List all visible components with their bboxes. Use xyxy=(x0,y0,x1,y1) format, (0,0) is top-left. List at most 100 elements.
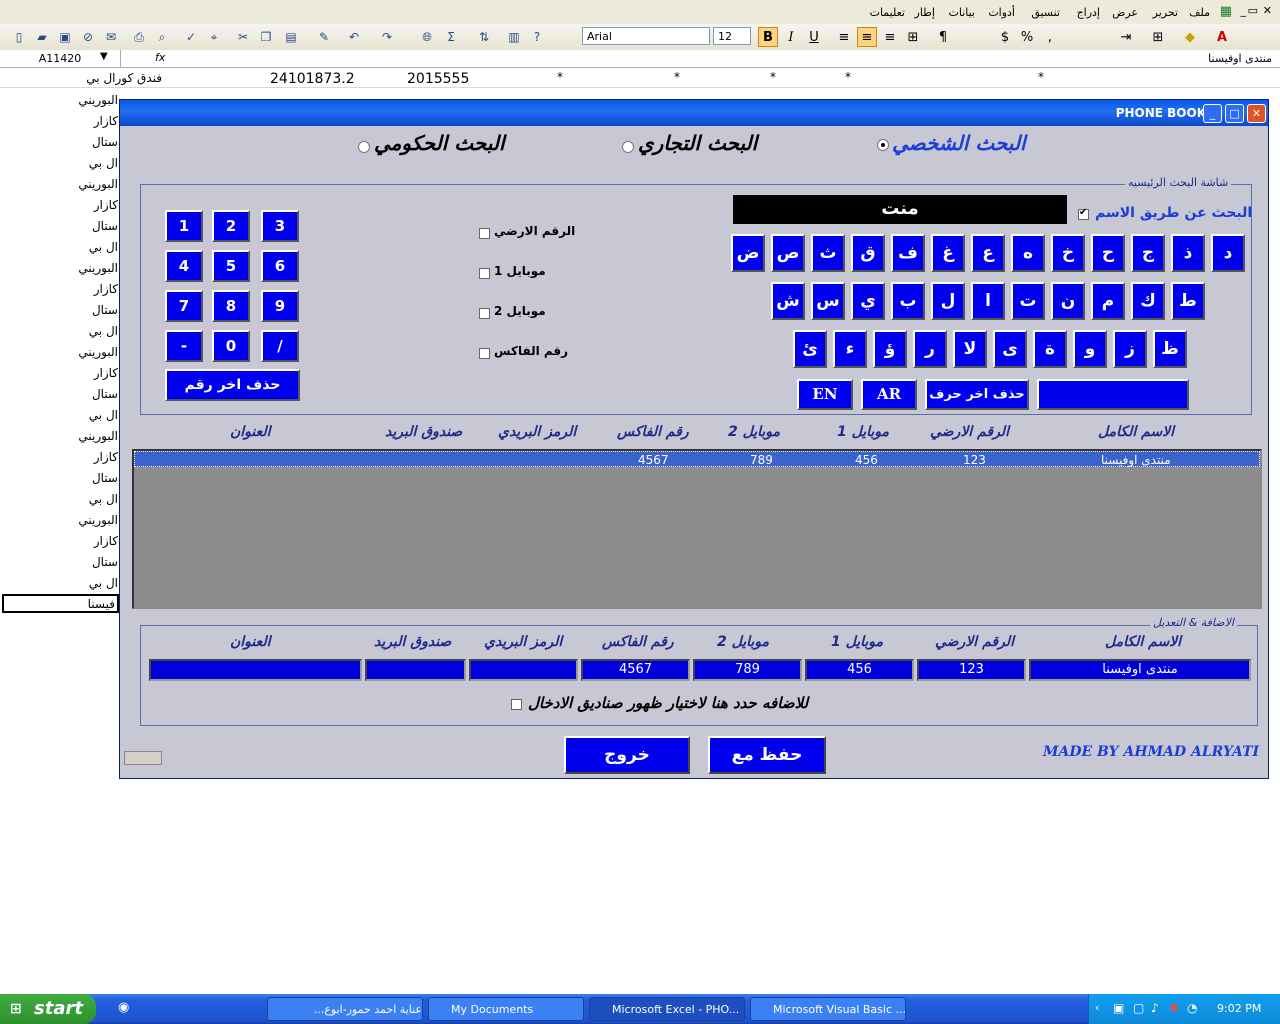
land-field[interactable]: 123 xyxy=(917,659,1026,681)
mobile1-checkbox[interactable] xyxy=(479,268,490,279)
active-cell[interactable]: فيسنا xyxy=(2,594,119,613)
show-inputs-label[interactable]: للاضافه حدد هنا لاختيار ظهور صناديق الاد… xyxy=(528,694,808,712)
show-inputs-checkbox[interactable] xyxy=(511,699,522,710)
research-icon[interactable]: ⌖ xyxy=(205,28,223,46)
numpad-key-6[interactable]: 6 xyxy=(261,250,299,282)
mobile2-label[interactable]: موبايل 2 xyxy=(494,304,546,318)
land-number-label[interactable]: الرقم الارضي xyxy=(494,224,575,238)
radio-commercial-label[interactable]: البحث التجاري xyxy=(638,131,757,155)
window-titlebar[interactable]: PHONE BOOK _ □ ✕ xyxy=(120,100,1268,126)
letter-key[interactable]: خ xyxy=(1051,234,1085,272)
letter-key[interactable]: غ xyxy=(931,234,965,272)
numpad-key-1[interactable]: 1 xyxy=(165,210,203,242)
numpad-key-3[interactable]: 3 xyxy=(261,210,299,242)
spelling-icon[interactable]: ✓ xyxy=(182,28,200,46)
letter-key[interactable]: ت xyxy=(1011,282,1045,320)
letter-key[interactable]: ل xyxy=(931,282,965,320)
table-row[interactable]: منتدى اوفيسنا 123 456 789 4567 xyxy=(134,451,1260,467)
security-icon[interactable]: ✖ xyxy=(1169,1001,1179,1015)
numpad-key-slash[interactable]: / xyxy=(261,330,299,362)
redo-icon[interactable]: ↷ xyxy=(378,28,396,46)
address-field[interactable] xyxy=(149,659,362,681)
exit-button[interactable]: خروج xyxy=(564,736,690,774)
letter-key[interactable]: ب xyxy=(891,282,925,320)
tray-app-icon[interactable]: ◔ xyxy=(1187,1001,1197,1015)
letter-key[interactable]: ه xyxy=(1011,234,1045,272)
radio-government[interactable] xyxy=(358,141,370,153)
letter-key[interactable]: ف xyxy=(891,234,925,272)
letter-key[interactable]: د xyxy=(1211,234,1245,272)
pobox-field[interactable] xyxy=(365,659,466,681)
letter-key[interactable]: ز xyxy=(1113,330,1147,368)
letter-key[interactable]: لا xyxy=(953,330,987,368)
radio-commercial[interactable] xyxy=(622,141,634,153)
letter-key[interactable]: ص xyxy=(771,234,805,272)
currency-icon[interactable]: $ xyxy=(995,27,1015,47)
numpad-key-4[interactable]: 4 xyxy=(165,250,203,282)
task-excel[interactable]: Microsoft Excel - PHO... xyxy=(589,997,745,1021)
comma-icon[interactable]: , xyxy=(1040,27,1060,47)
numpad-key-2[interactable]: 2 xyxy=(212,210,250,242)
menu-format[interactable]: تنسيق xyxy=(1031,6,1060,19)
numpad-key-7[interactable]: 7 xyxy=(165,290,203,322)
mobile2-field[interactable]: 789 xyxy=(693,659,802,681)
delete-letter-button[interactable]: حذف اخر حرف xyxy=(925,379,1029,410)
radio-personal[interactable] xyxy=(877,139,889,151)
lang-en-button[interactable]: EN xyxy=(797,379,853,410)
hyperlink-icon[interactable]: 🌐︎ xyxy=(418,28,436,46)
autosum-icon[interactable]: Σ xyxy=(442,28,460,46)
align-right-icon[interactable]: ≡ xyxy=(880,27,900,47)
minimize-icon[interactable]: _ xyxy=(1241,4,1247,17)
numpad-key-9[interactable]: 9 xyxy=(261,290,299,322)
search-input[interactable]: منت xyxy=(733,195,1067,224)
numpad-key-dash[interactable]: - xyxy=(165,330,203,362)
letter-key[interactable]: ئ xyxy=(793,330,827,368)
tray-chevron-icon[interactable]: ‹ xyxy=(1095,1001,1099,1014)
task-my-documents[interactable]: My Documents xyxy=(428,997,584,1021)
italic-button[interactable]: I xyxy=(781,27,801,47)
start-button[interactable]: ⊞ start xyxy=(0,994,96,1024)
font-name-box[interactable]: Arial xyxy=(582,27,710,45)
format-painter-icon[interactable]: ✎ xyxy=(315,28,333,46)
letter-key[interactable]: ج xyxy=(1131,234,1165,272)
undo-icon[interactable]: ↶ xyxy=(345,28,363,46)
print-icon[interactable]: ⎙ xyxy=(130,28,148,46)
numpad-key-0[interactable]: 0 xyxy=(212,330,250,362)
letter-key[interactable]: ك xyxy=(1131,282,1165,320)
letter-key[interactable]: ع xyxy=(971,234,1005,272)
bold-button[interactable]: B xyxy=(758,27,778,47)
letter-key[interactable]: ش xyxy=(771,282,805,320)
menu-insert[interactable]: إدراج xyxy=(1077,6,1100,19)
letter-key[interactable]: ؤ xyxy=(873,330,907,368)
volume-icon[interactable]: ♪ xyxy=(1151,1001,1159,1015)
chart-icon[interactable]: ▥ xyxy=(505,28,523,46)
letter-key[interactable]: س xyxy=(811,282,845,320)
mobile2-checkbox[interactable] xyxy=(479,308,490,319)
align-center-icon[interactable]: ≡ xyxy=(857,27,877,47)
letter-key[interactable]: ض xyxy=(731,234,765,272)
delete-digit-button[interactable]: حذف اخر رقم xyxy=(165,369,300,401)
letter-key[interactable]: ذ xyxy=(1171,234,1205,272)
scroll-handle[interactable] xyxy=(124,751,162,765)
letter-key[interactable]: ط xyxy=(1171,282,1205,320)
network-icon[interactable]: ▣ xyxy=(1113,1001,1124,1015)
letter-key[interactable]: ى xyxy=(993,330,1027,368)
rtl-icon[interactable]: ¶ xyxy=(933,27,953,47)
underline-button[interactable]: U xyxy=(804,27,824,47)
menu-data[interactable]: بيانات xyxy=(948,6,975,19)
fullname-field[interactable]: منتدى اوفيسنا xyxy=(1029,659,1251,681)
letter-key[interactable]: ظ xyxy=(1153,330,1187,368)
save-icon[interactable]: ▣ xyxy=(56,28,74,46)
letter-key[interactable]: م xyxy=(1091,282,1125,320)
font-size-box[interactable]: 12 xyxy=(713,27,751,45)
menu-file[interactable]: ملف xyxy=(1189,6,1210,19)
fax-label[interactable]: رقم الفاكس xyxy=(494,344,568,358)
chevron-down-icon[interactable]: ▼ xyxy=(100,51,108,62)
task-vba[interactable]: Microsoft Visual Basic ... xyxy=(750,997,906,1021)
open-icon[interactable]: ▰ xyxy=(33,28,51,46)
search-by-name-label[interactable]: البحث عن طريق الاسم xyxy=(1095,205,1252,221)
clock[interactable]: 9:02 PM xyxy=(1217,1002,1261,1015)
search-by-name-checkbox[interactable] xyxy=(1078,207,1089,220)
permission-icon[interactable]: ⊘ xyxy=(79,28,97,46)
align-left-icon[interactable]: ≡ xyxy=(834,27,854,47)
